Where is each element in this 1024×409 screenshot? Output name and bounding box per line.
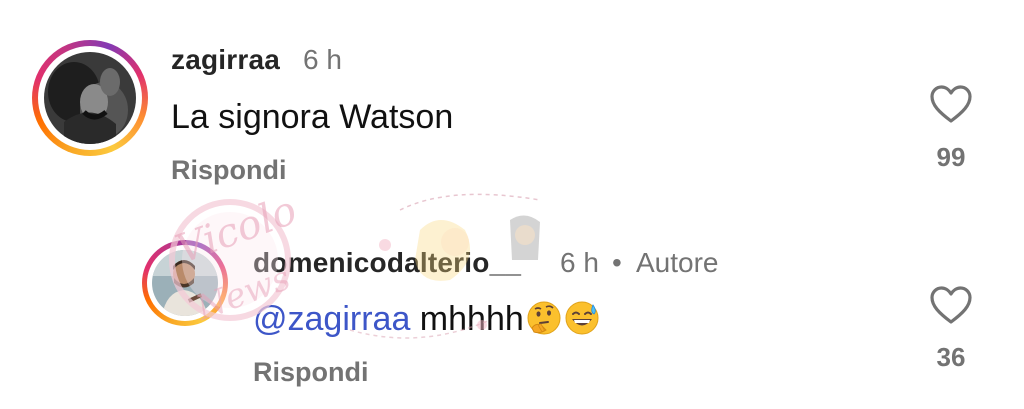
meta-separator: • [612,247,622,278]
comment-text: La signora Watson [171,98,454,136]
thinking-face-emoji [526,300,562,336]
avatar[interactable] [44,52,136,144]
avatar[interactable] [152,250,218,316]
comment-text: @zagirraa mhhhh [253,300,600,339]
heart-icon[interactable] [929,84,973,124]
grinning-sweat-emoji [564,300,600,336]
heart-icon[interactable] [929,285,973,325]
reply-button[interactable]: Rispondi [253,357,369,388]
reply-button[interactable]: Rispondi [171,155,287,186]
like-count: 36 [936,342,966,372]
comment-username[interactable]: domenicodalterio__ [253,247,521,279]
comment-timestamp: 6 h [560,247,599,278]
like-count: 99 [936,142,966,172]
comment-username[interactable]: zagirraa [171,44,280,76]
mention-link[interactable]: @zagirraa [253,300,410,338]
comment-timestamp: 6 h [303,44,342,75]
comment-body: mhhhh [410,300,524,338]
author-badge: Autore [636,247,719,278]
